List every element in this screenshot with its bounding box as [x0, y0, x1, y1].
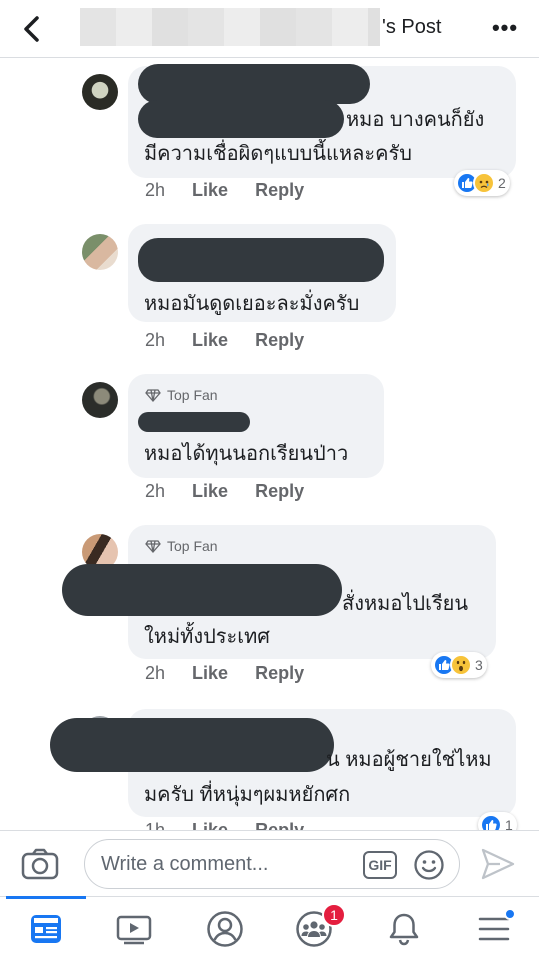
comment-text-line: หมอ บางคนก็ยัง [346, 109, 485, 131]
like-link[interactable]: Like [192, 180, 228, 200]
top-fan-badge: Top Fan [145, 538, 218, 554]
like-link[interactable]: Like [192, 481, 228, 501]
redacted-text [62, 564, 342, 616]
comment-timestamp: 2h [145, 330, 166, 350]
redacted-text [50, 718, 334, 772]
top-fan-label: Top Fan [167, 538, 218, 554]
send-button[interactable] [480, 847, 516, 881]
comment-text-line: หมอมันดูดเยอะละมั่งครับ [144, 293, 360, 315]
comment-timestamp: 1h [145, 820, 166, 830]
tab-news-feed[interactable] [10, 897, 82, 960]
reaction-count: 1 [505, 817, 513, 830]
reply-link[interactable]: Reply [255, 481, 304, 501]
comment-timestamp: 2h [145, 663, 166, 683]
diamond-icon [145, 388, 161, 402]
reaction-summary[interactable]: 2 [454, 170, 510, 196]
comment-list: หมอ บางคนก็ยัง มีความเชื่อผิดๆแบบนี้แหละ… [0, 58, 539, 830]
avatar[interactable] [82, 74, 118, 110]
like-link[interactable]: Like [192, 663, 228, 683]
chevron-left-icon [24, 16, 39, 42]
reply-link[interactable]: Reply [255, 663, 304, 683]
tab-notifications[interactable] [368, 897, 440, 960]
comment-text-line: มครับ ที่หนุ่มๆผมหยักศก [144, 784, 351, 806]
comment-input[interactable]: Write a comment... GIF [84, 839, 460, 889]
top-fan-badge: Top Fan [145, 387, 218, 403]
redacted-commenter-name [138, 412, 250, 432]
comment-meta: 2h Like Reply [145, 180, 326, 201]
send-icon [481, 848, 515, 880]
sad-reaction-icon [473, 172, 495, 194]
comment-text-line: ใหม่ทั้งประเทศ [144, 626, 270, 648]
comment-meta: 2h Like Reply [145, 663, 326, 684]
more-options-button[interactable]: ••• [488, 14, 522, 42]
redacted-text [138, 100, 344, 138]
profile-icon [207, 911, 243, 947]
reply-link[interactable]: Reply [255, 180, 304, 200]
reaction-summary[interactable]: 3 [431, 652, 487, 678]
tab-menu[interactable] [458, 897, 530, 960]
comment-text-line: มีความเชื่อผิดๆแบบนี้แหละครับ [144, 143, 412, 165]
comment-composer: Write a comment... GIF [0, 830, 539, 896]
reply-link[interactable]: Reply [255, 330, 304, 350]
comment-meta: 2h Like Reply [145, 330, 326, 351]
comment-meta: 2h Like Reply [145, 481, 326, 502]
redacted-commenter-name [138, 64, 370, 104]
comment-timestamp: 2h [145, 180, 166, 200]
camera-button[interactable] [20, 847, 60, 881]
news-feed-icon [31, 915, 61, 943]
comment-timestamp: 2h [145, 481, 166, 501]
watch-icon [116, 915, 152, 945]
like-link[interactable]: Like [192, 820, 228, 830]
comment-meta: 1h Like Reply [145, 820, 326, 830]
avatar[interactable] [82, 234, 118, 270]
post-title: 's Post [382, 16, 442, 38]
gif-button[interactable]: GIF [363, 851, 397, 879]
comment-input-placeholder: Write a comment... [101, 853, 269, 875]
back-button[interactable] [14, 12, 48, 46]
post-header: 's Post ••• [0, 0, 539, 58]
like-link[interactable]: Like [192, 330, 228, 350]
post-author-name-redacted [80, 8, 380, 46]
tab-profile[interactable] [189, 897, 261, 960]
avatar[interactable] [82, 382, 118, 418]
bell-icon [389, 913, 419, 946]
camera-icon [21, 848, 59, 880]
comment-text-line: สั่งหมอไปเรียน [342, 593, 469, 615]
redacted-commenter-name [138, 238, 384, 282]
groups-notification-badge: 1 [322, 903, 346, 927]
reaction-count: 3 [475, 657, 483, 673]
top-fan-label: Top Fan [167, 387, 218, 403]
comment-text-line: น หมอผู้ชายใช่ไหม [326, 749, 492, 771]
smiley-icon [414, 850, 444, 880]
reaction-summary[interactable]: 1 [478, 812, 517, 830]
menu-notification-dot [504, 908, 516, 920]
diamond-icon [145, 539, 161, 553]
sticker-button[interactable] [413, 849, 445, 881]
like-reaction-icon [480, 814, 502, 830]
bottom-navigation: 1 [0, 896, 539, 960]
reply-link[interactable]: Reply [255, 820, 304, 830]
tab-watch[interactable] [98, 897, 170, 960]
wow-reaction-icon [450, 654, 472, 676]
comment-text-line: หมอได้ทุนนอกเรียนป่าว [144, 443, 349, 465]
reaction-count: 2 [498, 175, 506, 191]
